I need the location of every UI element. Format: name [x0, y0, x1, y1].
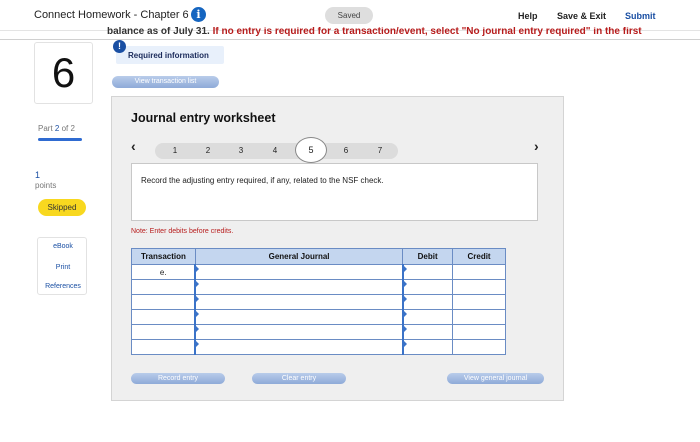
points-value: 1	[35, 170, 41, 180]
part-progress-bar	[38, 138, 82, 141]
general-journal-dropdown[interactable]	[194, 324, 404, 340]
transaction-cell	[131, 339, 196, 355]
assignment-title: Connect Homework - Chapter 6	[34, 9, 189, 21]
credit-input[interactable]	[452, 294, 506, 310]
ebook-link[interactable]: eBook	[38, 243, 88, 250]
general-journal-dropdown[interactable]	[194, 279, 404, 295]
save-exit-link[interactable]: Save & Exit	[557, 11, 606, 21]
table-row	[131, 339, 506, 355]
references-link[interactable]: References	[38, 283, 88, 290]
table-row	[131, 309, 506, 325]
saved-status-badge: Saved	[325, 7, 373, 24]
info-icon[interactable]: i	[191, 7, 206, 22]
transaction-cell	[131, 309, 196, 325]
general-journal-dropdown[interactable]	[194, 264, 404, 280]
debit-input[interactable]	[401, 294, 454, 310]
skipped-badge: Skipped	[38, 199, 86, 216]
view-transaction-list-button[interactable]: View transaction list	[112, 76, 219, 88]
part-indicator: Part 2 of 2	[38, 124, 75, 133]
page-button-2[interactable]: 2	[198, 145, 218, 157]
general-journal-dropdown[interactable]	[194, 309, 404, 325]
page-button-7[interactable]: 7	[370, 145, 390, 157]
debit-input[interactable]	[401, 324, 454, 340]
general-journal-dropdown[interactable]	[194, 294, 404, 310]
table-row	[131, 324, 506, 340]
page-button-5-active[interactable]: 5	[295, 137, 327, 163]
credit-input[interactable]	[452, 279, 506, 295]
table-row	[131, 294, 506, 310]
debit-input[interactable]	[401, 264, 454, 280]
help-link[interactable]: Help	[518, 11, 538, 21]
header-transaction: Transaction	[131, 248, 196, 265]
worksheet-title: Journal entry worksheet	[131, 111, 276, 125]
page-button-6[interactable]: 6	[336, 145, 356, 157]
prev-arrow-icon[interactable]: ‹	[131, 138, 136, 154]
debit-input[interactable]	[401, 279, 454, 295]
banner-gray-text: balance as of July 31.	[107, 27, 210, 37]
table-header-row: Transaction General Journal Debit Credit	[131, 248, 506, 265]
print-link[interactable]: Print	[38, 264, 88, 271]
required-information-box[interactable]: Required information	[116, 46, 224, 64]
instruction-text: Record the adjusting entry required, if …	[141, 176, 384, 185]
transaction-cell	[131, 324, 196, 340]
general-journal-dropdown[interactable]	[194, 339, 404, 355]
page-button-4[interactable]: 4	[265, 145, 285, 157]
table-row: e.	[131, 264, 506, 280]
header-debit: Debit	[402, 248, 454, 265]
banner-red-text: If no entry is required for a transactio…	[209, 27, 642, 37]
alert-icon: !	[113, 40, 126, 53]
submit-link[interactable]: Submit	[625, 11, 656, 21]
clear-entry-button[interactable]: Clear entry	[252, 373, 346, 384]
question-banner-text: balance as of July 31. If no entry is re…	[107, 27, 672, 37]
debit-input[interactable]	[401, 339, 454, 355]
next-arrow-icon[interactable]: ›	[534, 138, 539, 154]
transaction-cell	[131, 294, 196, 310]
transaction-cell: e.	[131, 264, 196, 280]
debits-note: Note: Enter debits before credits.	[131, 228, 234, 235]
journal-entry-worksheet: Journal entry worksheet ‹ 1 2 3 4 5 6 7 …	[111, 96, 564, 401]
header-general-journal: General Journal	[194, 248, 404, 265]
credit-input[interactable]	[452, 309, 506, 325]
record-entry-button[interactable]: Record entry	[131, 373, 225, 384]
credit-input[interactable]	[452, 324, 506, 340]
page-button-3[interactable]: 3	[231, 145, 251, 157]
credit-input[interactable]	[452, 339, 506, 355]
debit-input[interactable]	[401, 309, 454, 325]
header-credit: Credit	[452, 248, 506, 265]
table-row	[131, 279, 506, 295]
points-label: points	[35, 181, 57, 190]
resources-panel: eBook Print References	[37, 237, 87, 295]
view-general-journal-button[interactable]: View general journal	[447, 373, 544, 384]
transaction-cell	[131, 279, 196, 295]
credit-input[interactable]	[452, 264, 506, 280]
journal-table: Transaction General Journal Debit Credit…	[131, 248, 506, 355]
instruction-box: Record the adjusting entry required, if …	[131, 163, 538, 221]
question-number: 6	[34, 42, 93, 104]
divider	[0, 39, 700, 40]
page-button-1[interactable]: 1	[165, 145, 185, 157]
required-information-label: Required information	[128, 51, 209, 60]
